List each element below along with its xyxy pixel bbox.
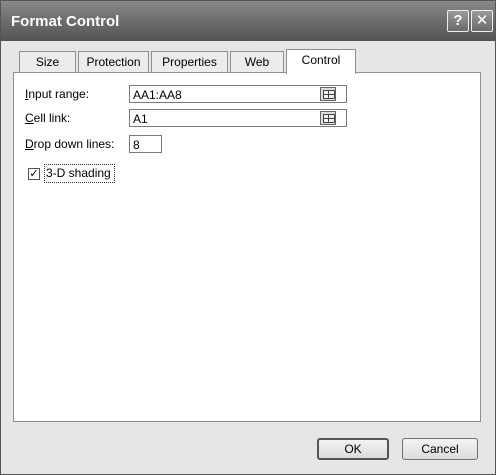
3d-shading-label[interactable]: 3-D shading [46,166,111,180]
drop-down-lines-field[interactable]: 8 [129,135,162,153]
input-range-label: Input range: [25,87,90,101]
tab-protection[interactable]: Protection [78,51,149,73]
input-range-field[interactable]: AA1:AA8 [129,85,347,103]
cell-link-label: Cell link: [25,111,71,125]
title-bar: Format Control ? ✕ [1,1,495,41]
tab-web[interactable]: Web [230,51,284,73]
help-icon[interactable]: ? [447,10,469,32]
control-tab-panel: Input range: AA1:AA8 Cell link: A1 Drop … [13,72,481,422]
close-icon[interactable]: ✕ [471,10,493,32]
cancel-button[interactable]: Cancel [402,438,478,460]
cell-link-collapse-icon[interactable] [320,111,336,125]
tab-size[interactable]: Size [19,51,76,73]
dialog-title: Format Control [11,13,120,30]
tab-properties[interactable]: Properties [151,51,228,73]
ok-button[interactable]: OK [317,438,389,460]
3d-shading-checkbox[interactable]: ✓ [28,168,40,180]
input-range-collapse-icon[interactable] [320,87,336,101]
drop-down-lines-label: Drop down lines: [25,137,115,151]
tab-control[interactable]: Control [286,49,356,74]
cell-link-field[interactable]: A1 [129,109,347,127]
format-control-dialog: Format Control ? ✕ Size Protection Prope… [0,0,496,475]
